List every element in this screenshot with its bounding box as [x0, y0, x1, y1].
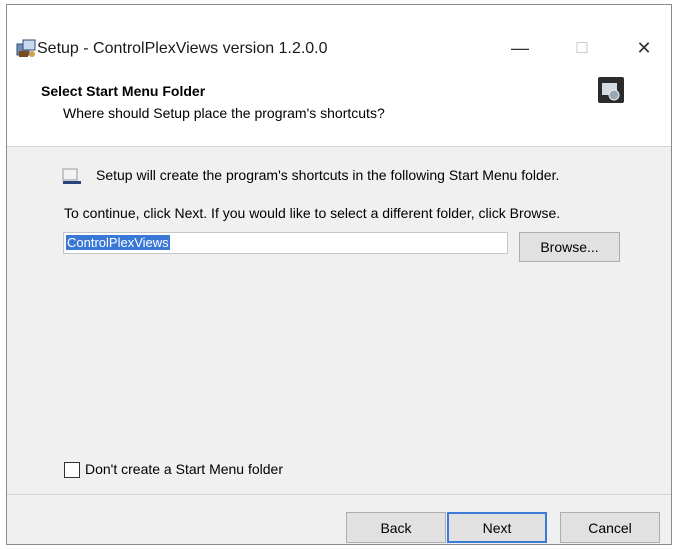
back-button[interactable]: Back	[346, 512, 446, 543]
maximize-button[interactable]: ☐	[559, 33, 605, 63]
wizard-header: Select Start Menu Folder Where should Se…	[7, 77, 671, 147]
dont-create-folder-checkbox[interactable]	[64, 462, 80, 478]
start-menu-folder-input[interactable]: ControlPlexViews	[63, 232, 508, 254]
installer-box-icon	[598, 77, 624, 103]
setup-app-icon	[16, 39, 36, 57]
browse-button[interactable]: Browse...	[519, 232, 620, 262]
folder-input-value: ControlPlexViews	[66, 235, 170, 250]
minimize-button[interactable]: —	[497, 33, 543, 63]
continue-text: To continue, click Next. If you would li…	[64, 205, 561, 221]
cancel-button[interactable]: Cancel	[560, 512, 660, 543]
window-title: Setup - ControlPlexViews version 1.2.0.0	[37, 40, 328, 57]
dont-create-folder-label[interactable]: Don't create a Start Menu folder	[85, 461, 283, 477]
title-bar: Setup - ControlPlexViews version 1.2.0.0…	[7, 5, 671, 77]
instruction-text: Setup will create the program's shortcut…	[96, 167, 560, 183]
page-title: Select Start Menu Folder	[41, 83, 206, 99]
start-menu-folder-icon	[62, 168, 81, 184]
footer-divider	[7, 494, 671, 495]
next-button[interactable]: Next	[447, 512, 547, 543]
page-subtitle: Where should Setup place the program's s…	[63, 105, 385, 121]
setup-window: Setup - ControlPlexViews version 1.2.0.0…	[6, 4, 672, 545]
close-button[interactable]: ✕	[621, 33, 667, 63]
